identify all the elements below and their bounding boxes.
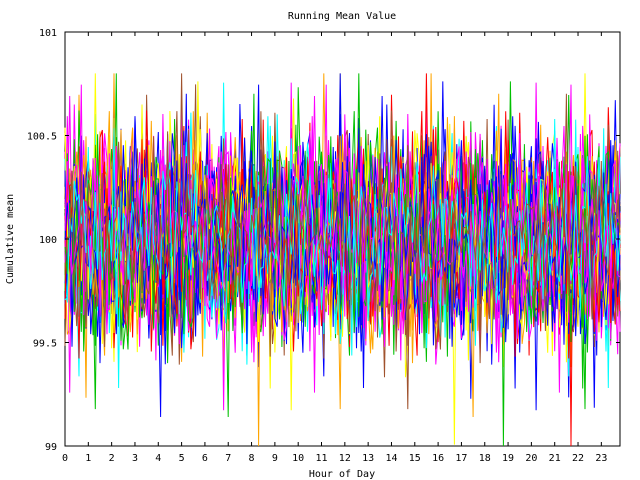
y-tick-label: 99 — [45, 442, 57, 453]
chart-title: Running Mean Value — [288, 11, 396, 22]
x-tick-label: 14 — [385, 453, 397, 464]
x-tick-label: 0 — [62, 453, 68, 464]
x-tick-label: 1 — [85, 453, 91, 464]
y-tick-label: 99.5 — [33, 339, 57, 350]
x-tick-label: 6 — [202, 453, 208, 464]
series-group — [64, 73, 621, 447]
y-axis-label: Cumulative mean — [5, 194, 16, 284]
x-tick-label: 17 — [455, 453, 467, 464]
x-tick-label: 7 — [225, 453, 231, 464]
x-tick-label: 18 — [479, 453, 491, 464]
x-tick-label: 5 — [179, 453, 185, 464]
x-tick-label: 8 — [249, 453, 255, 464]
y-tick-label: 100 — [39, 235, 57, 246]
x-tick-label: 9 — [272, 453, 278, 464]
x-tick-label: 10 — [292, 453, 304, 464]
x-tick-label: 3 — [132, 453, 138, 464]
x-tick-label: 2 — [109, 453, 115, 464]
x-tick-label: 15 — [409, 453, 421, 464]
y-tick-label: 100.5 — [27, 132, 57, 143]
x-tick-label: 12 — [339, 453, 351, 464]
x-tick-label: 13 — [362, 453, 374, 464]
chart: 0 1 2 3 4 5 6 7 8 9 10 11 12 13 14 15 16 17 18 19 20 21 22 23 9… — [5, 11, 621, 480]
x-tick-label: 11 — [315, 453, 327, 464]
x-tick-label: 21 — [549, 453, 561, 464]
x-tick-label: 22 — [572, 453, 584, 464]
x-tick-label: 23 — [595, 453, 607, 464]
x-tick-label: 20 — [525, 453, 537, 464]
y-tick-label: 101 — [39, 28, 57, 39]
x-tick-label: 16 — [432, 453, 444, 464]
x-tick-label: 4 — [155, 453, 161, 464]
x-axis-label: Hour of Day — [309, 469, 375, 480]
x-tick-label: 19 — [502, 453, 514, 464]
